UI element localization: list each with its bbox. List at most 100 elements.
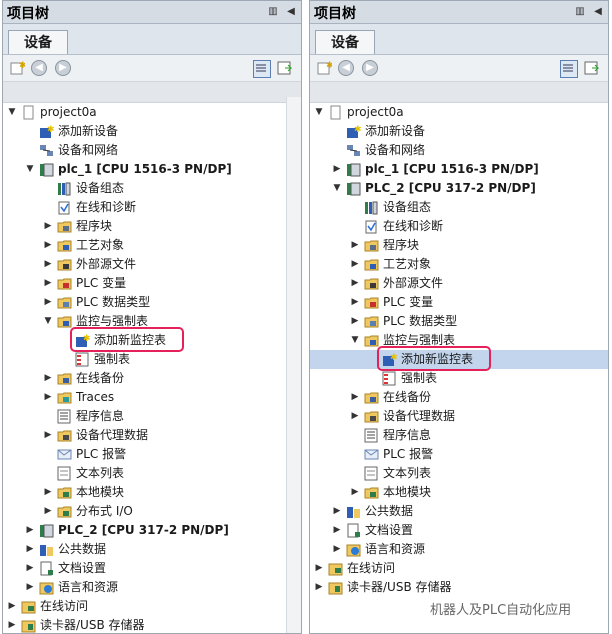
expand-arrow-icon[interactable]: ▶ [332, 544, 342, 554]
tree-item[interactable]: 在线和诊断 [310, 217, 608, 236]
collapse-arrow-icon[interactable]: ▼ [25, 164, 35, 174]
tree-item[interactable]: ▶ 外部源文件 [3, 255, 301, 274]
expand-arrow-icon[interactable]: ▶ [332, 506, 342, 516]
tree-item[interactable]: ✱ 添加新设备 [310, 122, 608, 141]
tree-item[interactable]: ▼ plc_1 [CPU 1516-3 PN/DP] [3, 160, 301, 179]
collapse-panel-icon[interactable]: ◀ [285, 5, 297, 17]
tree-item[interactable]: 设备组态 [3, 179, 301, 198]
expand-arrow-icon[interactable]: ▶ [43, 259, 53, 269]
expand-arrow-icon[interactable]: ▶ [350, 297, 360, 307]
tree-item[interactable]: ▶ 文档设置 [310, 521, 608, 540]
tree-item[interactable]: ▶ 工艺对象 [310, 255, 608, 274]
tree-item[interactable]: ▶ 读卡器/USB 存储器 [3, 616, 301, 633]
tree-item[interactable]: ▶ PLC 数据类型 [3, 293, 301, 312]
expand-arrow-icon[interactable]: ▶ [43, 392, 53, 402]
expand-arrow-icon[interactable]: ▶ [43, 297, 53, 307]
tree-item[interactable]: 文本列表 [3, 464, 301, 483]
tree-item[interactable]: ▶ 在线备份 [3, 369, 301, 388]
overview-icon[interactable] [584, 60, 600, 76]
expand-arrow-icon[interactable]: ▶ [314, 563, 324, 573]
tree-item[interactable]: PLC 报警 [3, 445, 301, 464]
tree-item[interactable]: ▶ 外部源文件 [310, 274, 608, 293]
expand-arrow-icon[interactable]: ▶ [25, 582, 35, 592]
expand-arrow-icon[interactable]: ▶ [43, 278, 53, 288]
tree-item[interactable]: ✱ 添加新监控表 [3, 327, 301, 352]
collapse-arrow-icon[interactable]: ▼ [43, 316, 53, 326]
expand-arrow-icon[interactable]: ▶ [43, 430, 53, 440]
overview-icon[interactable] [277, 60, 293, 76]
tree-item[interactable]: 强制表 [310, 369, 608, 388]
tree-item[interactable]: ▶ 程序块 [310, 236, 608, 255]
tree-item[interactable]: 文本列表 [310, 464, 608, 483]
expand-arrow-icon[interactable]: ▶ [350, 487, 360, 497]
back-icon[interactable]: ◀ [31, 60, 47, 76]
tree-item[interactable]: ▶ 在线备份 [310, 388, 608, 407]
collapse-arrow-icon[interactable]: ▼ [7, 107, 17, 117]
tree-item[interactable]: ▶ 公共数据 [3, 540, 301, 559]
tree-item[interactable]: 设备和网络 [3, 141, 301, 160]
new-item-icon[interactable]: ✱ [9, 60, 27, 76]
expand-arrow-icon[interactable]: ▶ [43, 487, 53, 497]
details-view-icon[interactable] [253, 60, 271, 78]
expand-arrow-icon[interactable]: ▶ [7, 601, 17, 611]
tree-item[interactable]: 程序信息 [3, 407, 301, 426]
tree-item[interactable]: ▶ 本地模块 [3, 483, 301, 502]
tree-item[interactable]: 设备和网络 [310, 141, 608, 160]
tree-item[interactable]: ▶ PLC 数据类型 [310, 312, 608, 331]
tree-item[interactable]: ▶ 设备代理数据 [310, 407, 608, 426]
tree-item[interactable]: ▼ project0a [310, 103, 608, 122]
collapse-arrow-icon[interactable]: ▼ [332, 183, 342, 193]
tree-item[interactable]: ▶ 程序块 [3, 217, 301, 236]
new-item-icon[interactable]: ✱ [316, 60, 334, 76]
tree-item[interactable]: ▶ 分布式 I/O [3, 502, 301, 521]
details-view-icon[interactable] [560, 60, 578, 78]
split-view-icon[interactable]: ▥ [267, 5, 279, 17]
back-icon[interactable]: ◀ [338, 60, 354, 76]
expand-arrow-icon[interactable]: ▶ [350, 259, 360, 269]
tree-item[interactable]: ▶ 语言和资源 [3, 578, 301, 597]
tree-item[interactable]: ▶ 设备代理数据 [3, 426, 301, 445]
scrollbar[interactable] [286, 97, 301, 633]
expand-arrow-icon[interactable]: ▶ [350, 392, 360, 402]
tree-item[interactable]: ▶ 在线访问 [3, 597, 301, 616]
expand-arrow-icon[interactable]: ▶ [7, 620, 17, 630]
tree-item[interactable]: ▶ 公共数据 [310, 502, 608, 521]
expand-arrow-icon[interactable]: ▶ [25, 544, 35, 554]
tree-item[interactable]: ▶ 本地模块 [310, 483, 608, 502]
tree-item[interactable]: ▶ 读卡器/USB 存储器 [310, 578, 608, 597]
expand-arrow-icon[interactable]: ▶ [350, 411, 360, 421]
tab-devices[interactable]: 设备 [315, 30, 375, 54]
tree-item[interactable]: PLC 报警 [310, 445, 608, 464]
tree-item[interactable]: 在线和诊断 [3, 198, 301, 217]
tree-item[interactable]: ▶ Traces [3, 388, 301, 407]
expand-arrow-icon[interactable]: ▶ [350, 278, 360, 288]
tree-item[interactable]: ▶ PLC 变量 [3, 274, 301, 293]
expand-arrow-icon[interactable]: ▶ [43, 373, 53, 383]
expand-arrow-icon[interactable]: ▶ [25, 563, 35, 573]
tree-item[interactable]: ▶ PLC_2 [CPU 317-2 PN/DP] [3, 521, 301, 540]
tree-item[interactable]: 强制表 [3, 350, 301, 369]
forward-icon[interactable]: ▶ [55, 60, 71, 76]
tree-item[interactable]: ▶ PLC 变量 [310, 293, 608, 312]
tree-item[interactable]: ✱ 添加新监控表 [310, 346, 608, 371]
tree-item[interactable]: 程序信息 [310, 426, 608, 445]
tree-item[interactable]: ▶ plc_1 [CPU 1516-3 PN/DP] [310, 160, 608, 179]
tree-item[interactable]: ▶ 工艺对象 [3, 236, 301, 255]
tree-item[interactable]: 设备组态 [310, 198, 608, 217]
tree-item[interactable]: ▼ project0a [3, 103, 301, 122]
split-view-icon[interactable]: ▥ [574, 5, 586, 17]
expand-arrow-icon[interactable]: ▶ [25, 525, 35, 535]
expand-arrow-icon[interactable]: ▶ [43, 506, 53, 516]
forward-icon[interactable]: ▶ [362, 60, 378, 76]
tree-item[interactable]: ✱ 添加新设备 [3, 122, 301, 141]
expand-arrow-icon[interactable]: ▶ [332, 525, 342, 535]
expand-arrow-icon[interactable]: ▶ [332, 164, 342, 174]
expand-arrow-icon[interactable]: ▶ [43, 221, 53, 231]
tree-item[interactable]: ▶ 语言和资源 [310, 540, 608, 559]
expand-arrow-icon[interactable]: ▶ [314, 582, 324, 592]
tab-devices[interactable]: 设备 [8, 30, 68, 54]
expand-arrow-icon[interactable]: ▶ [350, 316, 360, 326]
collapse-panel-icon[interactable]: ◀ [592, 5, 604, 17]
tree-item[interactable]: ▶ 文档设置 [3, 559, 301, 578]
collapse-arrow-icon[interactable]: ▼ [350, 335, 360, 345]
